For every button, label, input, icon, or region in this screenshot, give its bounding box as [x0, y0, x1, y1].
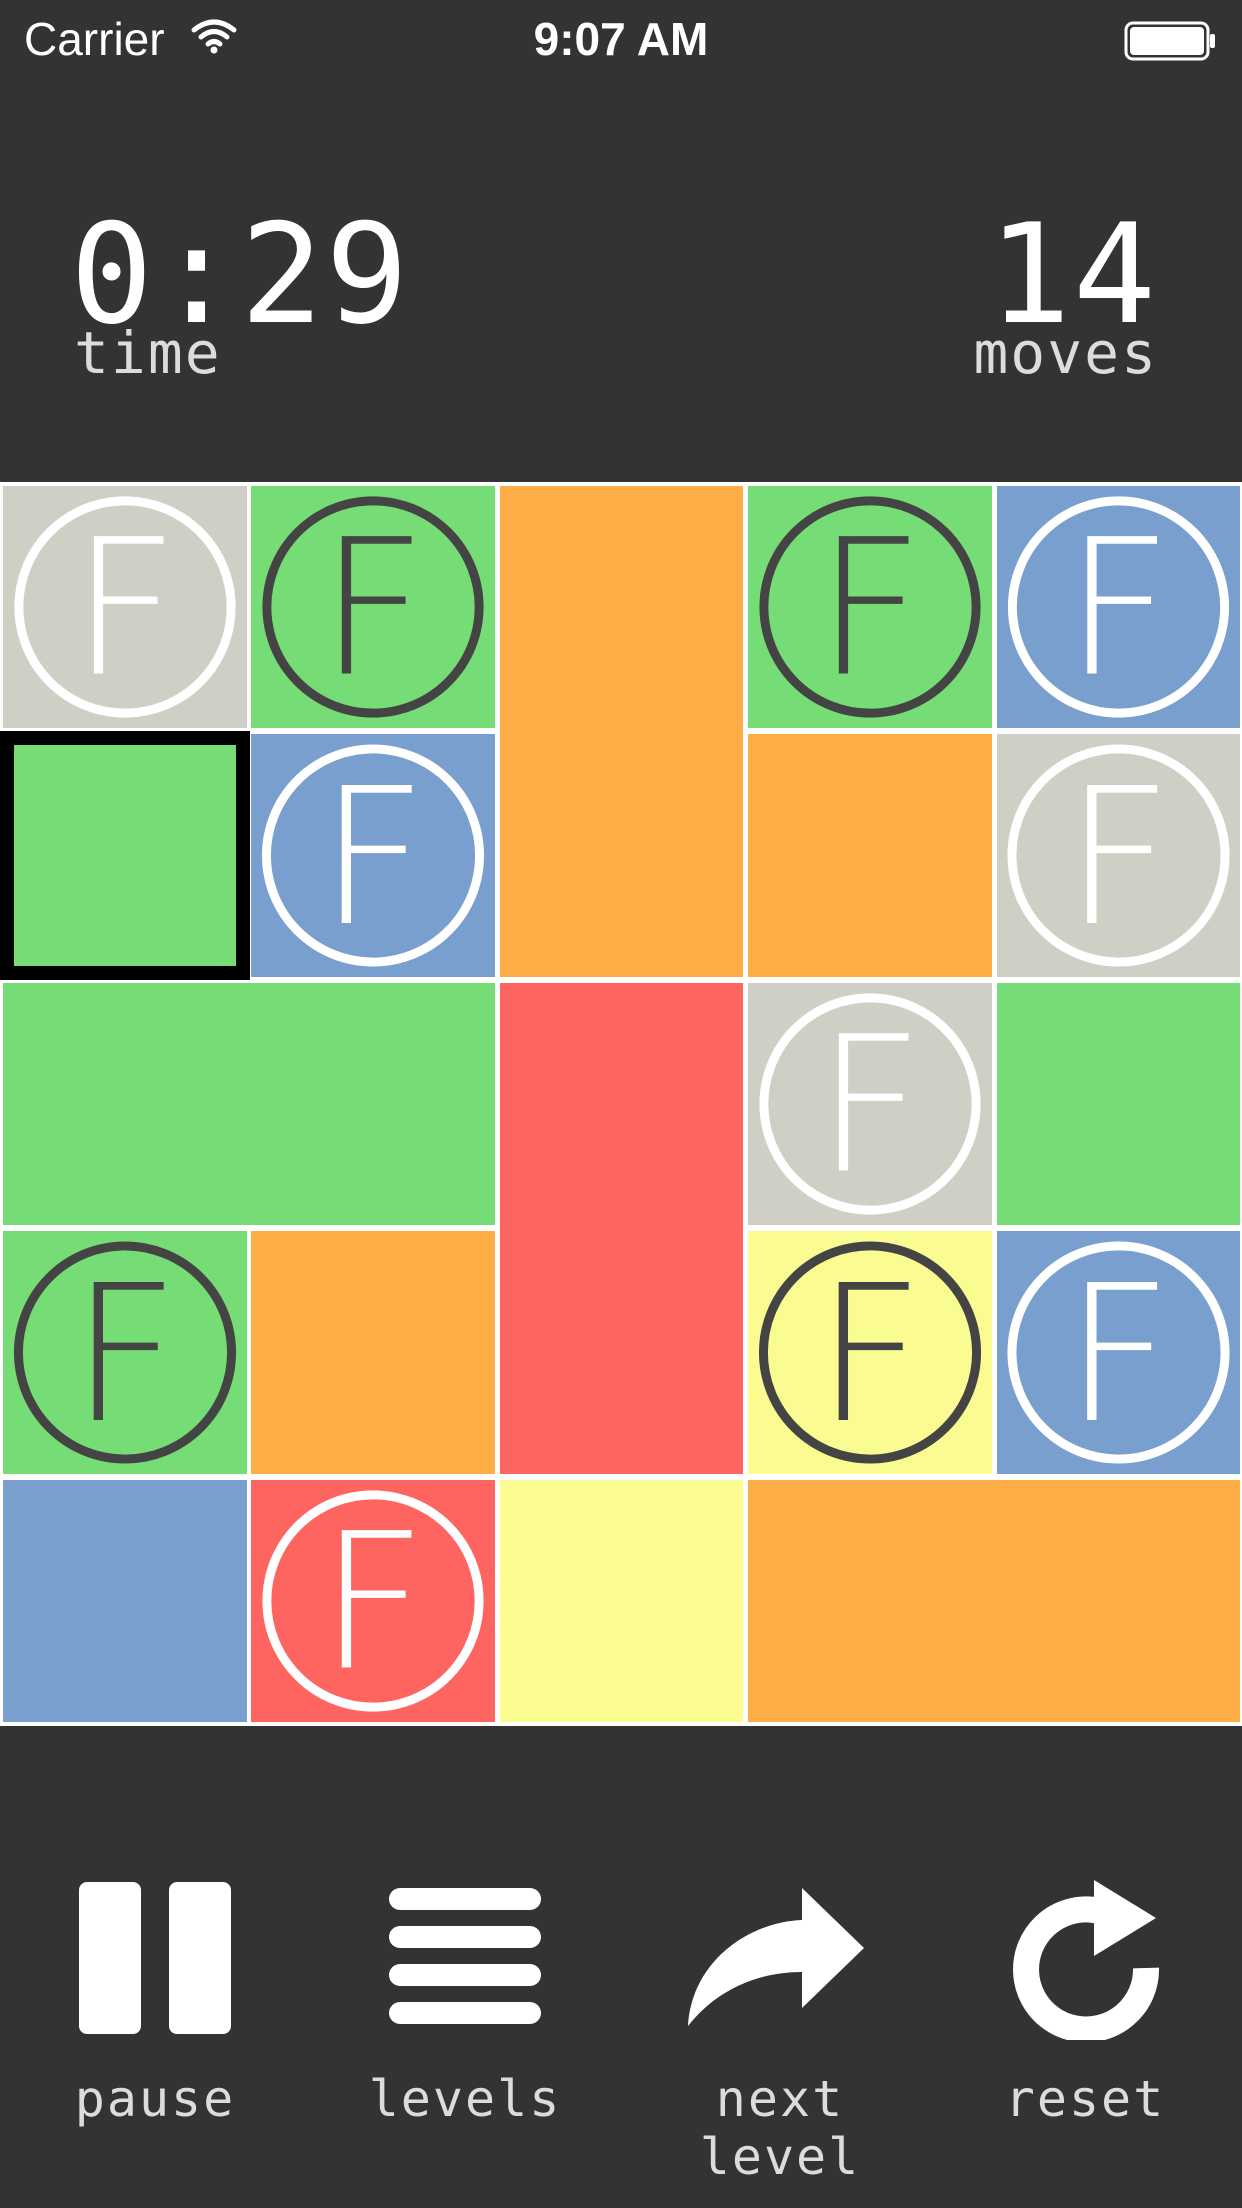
- f-emblem-icon: F: [262, 496, 484, 718]
- pause-icon: [79, 1882, 231, 2034]
- tile-orange[interactable]: [251, 1231, 495, 1474]
- tile-red-emblem[interactable]: F: [251, 1480, 495, 1722]
- reset-button[interactable]: reset: [970, 1870, 1200, 2140]
- menu-icon: [389, 1888, 541, 2024]
- f-emblem-icon: F: [1007, 496, 1230, 718]
- emblem-letter: F: [71, 1244, 180, 1465]
- emblem-letter: F: [71, 499, 179, 718]
- battery-icon: [1124, 20, 1218, 66]
- reset-icon: [1013, 1880, 1160, 2043]
- emblem-letter: F: [816, 1244, 925, 1465]
- emblem-letter: F: [1064, 1244, 1173, 1465]
- f-emblem-icon: F: [262, 1490, 484, 1712]
- emblem-letter: F: [319, 747, 428, 968]
- emblem-letter: F: [319, 1493, 427, 1712]
- pause-button[interactable]: pause: [40, 1870, 270, 2140]
- next-level-label: next level: [699, 2070, 861, 2186]
- status-clock: 9:07 AM: [533, 13, 709, 65]
- tile-orange-tall[interactable]: [500, 486, 743, 977]
- f-emblem-icon: F: [758, 1241, 982, 1465]
- tile-green[interactable]: [997, 983, 1240, 1225]
- f-emblem-icon: F: [1007, 1241, 1230, 1465]
- tile-gray-emblem[interactable]: F: [3, 486, 247, 728]
- tile-orange-wide[interactable]: [748, 1480, 1240, 1722]
- emblem-letter: F: [319, 499, 427, 718]
- reset-label: reset: [1004, 2070, 1166, 2128]
- emblem-letter: F: [1064, 747, 1173, 968]
- f-emblem-icon: F: [14, 496, 236, 718]
- tile-blue-emblem[interactable]: F: [997, 486, 1240, 728]
- status-bar: Carrier 9:07 AM: [0, 0, 1242, 84]
- tile-blue-emblem[interactable]: F: [997, 1231, 1240, 1474]
- emblem-letter: F: [1064, 499, 1172, 718]
- tile-orange[interactable]: [748, 734, 992, 977]
- tile-yellow-emblem[interactable]: F: [748, 1231, 992, 1474]
- tile-green-emblem[interactable]: F: [748, 486, 992, 728]
- tile-gray-emblem[interactable]: F: [748, 983, 992, 1225]
- time-label: time: [74, 319, 222, 387]
- tile-red-tall[interactable]: [500, 983, 743, 1474]
- levels-button[interactable]: levels: [345, 1870, 585, 2140]
- f-emblem-icon: F: [759, 496, 981, 718]
- emblem-letter: F: [816, 996, 924, 1215]
- f-emblem-icon: F: [261, 744, 485, 968]
- tile-gray-emblem[interactable]: F: [997, 734, 1240, 977]
- game-board: FFFFFFFFFFF: [0, 482, 1242, 1726]
- emblem-letter: F: [816, 499, 924, 718]
- tile-green-emblem[interactable]: F: [251, 486, 495, 728]
- tile-green-wide[interactable]: [3, 983, 495, 1225]
- tile-blue[interactable]: [3, 1480, 247, 1722]
- pause-label: pause: [74, 2070, 236, 2128]
- f-emblem-icon: F: [759, 993, 981, 1215]
- f-emblem-icon: F: [1007, 744, 1230, 968]
- f-emblem-icon: F: [13, 1241, 237, 1465]
- forward-arrow-icon: [688, 1888, 864, 2026]
- tile-green-emblem[interactable]: F: [3, 1231, 247, 1474]
- next-level-button[interactable]: next level: [620, 1870, 940, 2186]
- tile-yellow[interactable]: [500, 1480, 743, 1722]
- tile-green-selected[interactable]: [0, 731, 250, 980]
- moves-label: moves: [973, 319, 1158, 387]
- tile-blue-emblem[interactable]: F: [251, 734, 495, 977]
- levels-label: levels: [368, 2070, 562, 2128]
